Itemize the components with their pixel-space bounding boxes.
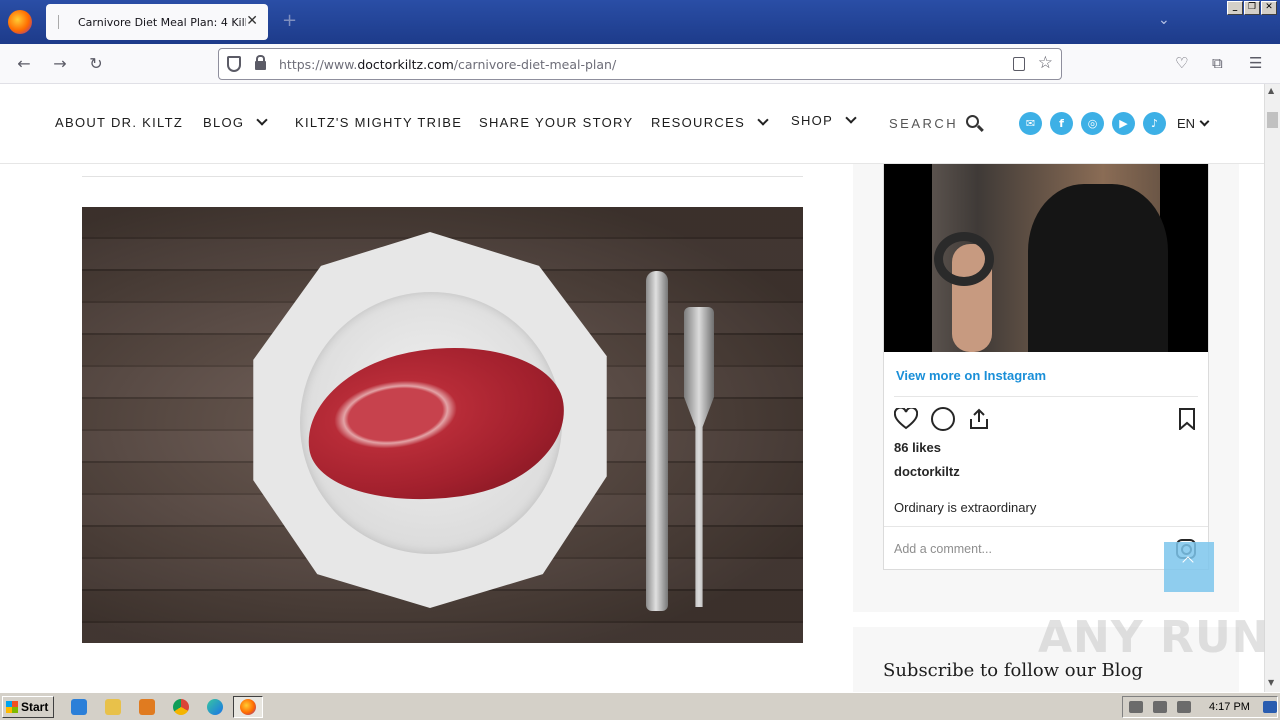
instagram-video[interactable] xyxy=(884,164,1208,352)
close-window-button[interactable]: ✕ xyxy=(1261,1,1277,15)
email-icon[interactable]: ✉ xyxy=(1019,112,1042,135)
instagram-embed: View more on Instagram 86 likes doctorki… xyxy=(883,164,1209,570)
network-icon[interactable] xyxy=(1153,701,1167,713)
scroll-up-icon[interactable]: ▲ xyxy=(1268,86,1274,95)
minimize-button[interactable]: _ xyxy=(1227,1,1243,15)
content-divider xyxy=(82,176,803,177)
flag-icon[interactable] xyxy=(1177,701,1191,713)
headphones xyxy=(934,232,994,286)
search-icon[interactable] xyxy=(966,115,979,128)
media-player-icon[interactable] xyxy=(139,699,155,715)
chevron-down-icon xyxy=(256,114,268,126)
forward-icon[interactable]: → xyxy=(50,54,70,73)
chrome-icon[interactable] xyxy=(173,699,189,715)
page-scrollbar[interactable]: ▲ ▼ xyxy=(1264,84,1280,692)
chevron-down-icon xyxy=(845,112,857,124)
instagram-icon[interactable]: ◎ xyxy=(1081,112,1104,135)
chevron-down-icon xyxy=(1199,116,1210,127)
scroll-down-icon[interactable]: ▼ xyxy=(1268,678,1274,687)
menu-icon[interactable]: ☰ xyxy=(1249,54,1262,72)
back-to-top-button[interactable] xyxy=(1164,542,1214,592)
restore-button[interactable]: ❐ xyxy=(1244,1,1260,15)
clock[interactable]: 4:17 PM xyxy=(1209,701,1250,713)
nav-shop[interactable]: SHOP xyxy=(791,112,857,128)
comment-placeholder: Add a comment... xyxy=(894,542,992,556)
tab-title: Carnivore Diet Meal Plan: 4 Killer M xyxy=(78,15,246,29)
comment-icon[interactable] xyxy=(931,407,955,431)
ie-icon[interactable] xyxy=(71,699,87,715)
start-button[interactable]: Start xyxy=(2,696,54,718)
system-tray: 4:17 PM xyxy=(1122,696,1278,718)
language-selector[interactable]: EN xyxy=(1177,116,1210,131)
new-tab-icon[interactable]: + xyxy=(282,10,297,31)
reload-icon[interactable]: ↻ xyxy=(86,54,106,73)
scrollbar-thumb[interactable] xyxy=(1267,112,1278,128)
instagram-caption: Ordinary is extraordinary xyxy=(894,500,1037,515)
windows-taskbar: Start 4:17 PM xyxy=(0,692,1280,720)
site-header: ABOUT DR. KILTZ BLOG KILTZ'S MIGHTY TRIB… xyxy=(0,84,1264,164)
nav-blog[interactable]: BLOG xyxy=(203,114,268,130)
pocket-icon[interactable]: ♡ xyxy=(1175,54,1188,72)
firefox-taskbar-button[interactable] xyxy=(233,696,263,718)
nav-about[interactable]: ABOUT DR. KILTZ xyxy=(55,115,183,130)
knife xyxy=(646,271,668,611)
nav-tribe[interactable]: KILTZ'S MIGHTY TRIBE xyxy=(295,115,462,130)
show-desktop-icon[interactable] xyxy=(1263,701,1277,713)
nav-share-story[interactable]: SHARE YOUR STORY xyxy=(479,115,633,130)
browser-toolbar: ← → ↻ https://www.doctorkiltz.com/carniv… xyxy=(0,44,1280,84)
volume-icon[interactable] xyxy=(1129,701,1143,713)
like-heart-icon[interactable] xyxy=(894,408,918,430)
chevron-down-icon xyxy=(757,114,769,126)
url-bar[interactable]: https://www.doctorkiltz.com/carnivore-di… xyxy=(218,48,1062,80)
close-tab-icon[interactable]: ✕ xyxy=(246,13,258,29)
subscribe-heading: Subscribe to follow our Blog xyxy=(883,660,1143,681)
tab-favicon-icon xyxy=(58,15,68,29)
article-hero-image xyxy=(82,207,803,643)
tiktok-icon[interactable]: ♪ xyxy=(1143,112,1166,135)
firefox-icon xyxy=(240,699,256,715)
add-comment-field[interactable]: Add a comment... xyxy=(884,526,1208,570)
bookmark-icon[interactable] xyxy=(1178,408,1196,430)
extensions-icon[interactable]: ⧉ xyxy=(1212,54,1223,72)
window-controls: _ ❐ ✕ xyxy=(1227,1,1277,15)
share-icon[interactable] xyxy=(968,408,990,430)
facebook-icon[interactable]: f xyxy=(1050,112,1073,135)
anyrun-watermark: ANY RUN xyxy=(1038,612,1270,663)
instagram-username[interactable]: doctorkiltz xyxy=(894,464,960,479)
youtube-icon[interactable]: ▶ xyxy=(1112,112,1135,135)
reader-view-icon[interactable] xyxy=(1013,57,1025,71)
edge-icon[interactable] xyxy=(207,699,223,715)
bookmark-star-icon[interactable]: ☆ xyxy=(1038,53,1053,73)
browser-tab[interactable]: Carnivore Diet Meal Plan: 4 Killer M ✕ xyxy=(46,4,268,40)
browser-tab-strip: Carnivore Diet Meal Plan: 4 Killer M ✕ +… xyxy=(0,0,1280,44)
tracking-protection-icon[interactable] xyxy=(227,56,241,72)
url-text[interactable]: https://www.doctorkiltz.com/carnivore-di… xyxy=(279,57,616,72)
explorer-icon[interactable] xyxy=(105,699,121,715)
lock-icon[interactable] xyxy=(255,55,266,70)
list-all-tabs-icon[interactable]: ⌄ xyxy=(1158,12,1170,28)
search-label[interactable]: SEARCH xyxy=(889,116,958,131)
likes-count: 86 likes xyxy=(894,440,941,455)
chevron-up-icon xyxy=(1182,556,1194,568)
firefox-icon[interactable] xyxy=(8,10,32,34)
nav-resources[interactable]: RESOURCES xyxy=(651,114,769,130)
back-icon[interactable]: ← xyxy=(14,54,34,73)
view-more-instagram-link[interactable]: View more on Instagram xyxy=(896,368,1046,383)
